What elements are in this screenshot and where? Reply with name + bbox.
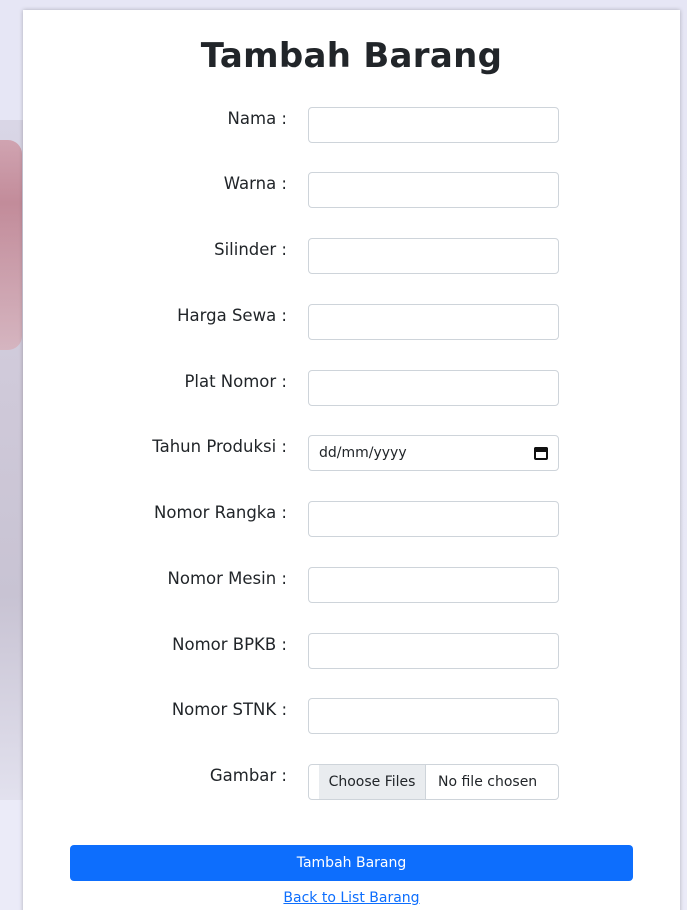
nomor-mesin-label: Nomor Mesin : [167,569,287,588]
form-row-nomor-rangka: Nomor Rangka : [23,501,680,537]
harga-sewa-label: Harga Sewa : [177,306,287,325]
file-status: No file chosen [438,774,538,790]
background-photo-accent [0,140,22,350]
warna-input[interactable] [308,172,559,208]
choose-files-button[interactable]: Choose Files [319,765,426,799]
plat-nomor-input[interactable] [308,370,559,406]
form-row-gambar: Gambar : Choose Files No file chosen [23,764,680,800]
harga-sewa-input[interactable] [308,304,559,340]
silinder-label: Silinder : [214,240,287,259]
nomor-mesin-input[interactable] [308,567,559,603]
form-row-plat-nomor: Plat Nomor : [23,370,680,406]
nomor-stnk-input[interactable] [308,698,559,734]
nomor-bpkb-input[interactable] [308,633,559,669]
warna-label: Warna : [223,174,287,193]
nomor-rangka-label: Nomor Rangka : [154,503,287,522]
page-title: Tambah Barang [200,36,503,76]
nomor-stnk-label: Nomor STNK : [171,700,287,719]
nomor-rangka-input[interactable] [308,501,559,537]
nama-label: Nama : [227,109,287,128]
tahun-produksi-label: Tahun Produksi : [152,437,287,456]
form-row-silinder: Silinder : [23,238,680,274]
nama-input[interactable] [308,107,559,143]
form-row-nomor-mesin: Nomor Mesin : [23,567,680,603]
form-row-nama: Nama : [23,107,680,143]
nomor-bpkb-label: Nomor BPKB : [172,635,287,654]
tambah-barang-button[interactable]: Tambah Barang [70,845,633,881]
back-to-list-link[interactable]: Back to List Barang [23,890,680,906]
gambar-file-input[interactable]: Choose Files No file chosen [308,764,559,800]
form-row-warna: Warna : [23,172,680,208]
tahun-produksi-date-input[interactable]: dd/mm/yyyy [308,435,559,471]
date-placeholder: dd/mm/yyyy [319,445,407,461]
form-row-nomor-bpkb: Nomor BPKB : [23,633,680,669]
form-row-tahun-produksi: Tahun Produksi : dd/mm/yyyy [23,435,680,471]
gambar-label: Gambar : [209,766,287,785]
form-row-harga-sewa: Harga Sewa : [23,304,680,340]
silinder-input[interactable] [308,238,559,274]
plat-nomor-label: Plat Nomor : [184,372,287,391]
calendar-icon[interactable] [534,446,548,460]
form-card: Tambah Barang Nama : Warna : Silinder : … [23,10,680,910]
form-row-nomor-stnk: Nomor STNK : [23,698,680,734]
